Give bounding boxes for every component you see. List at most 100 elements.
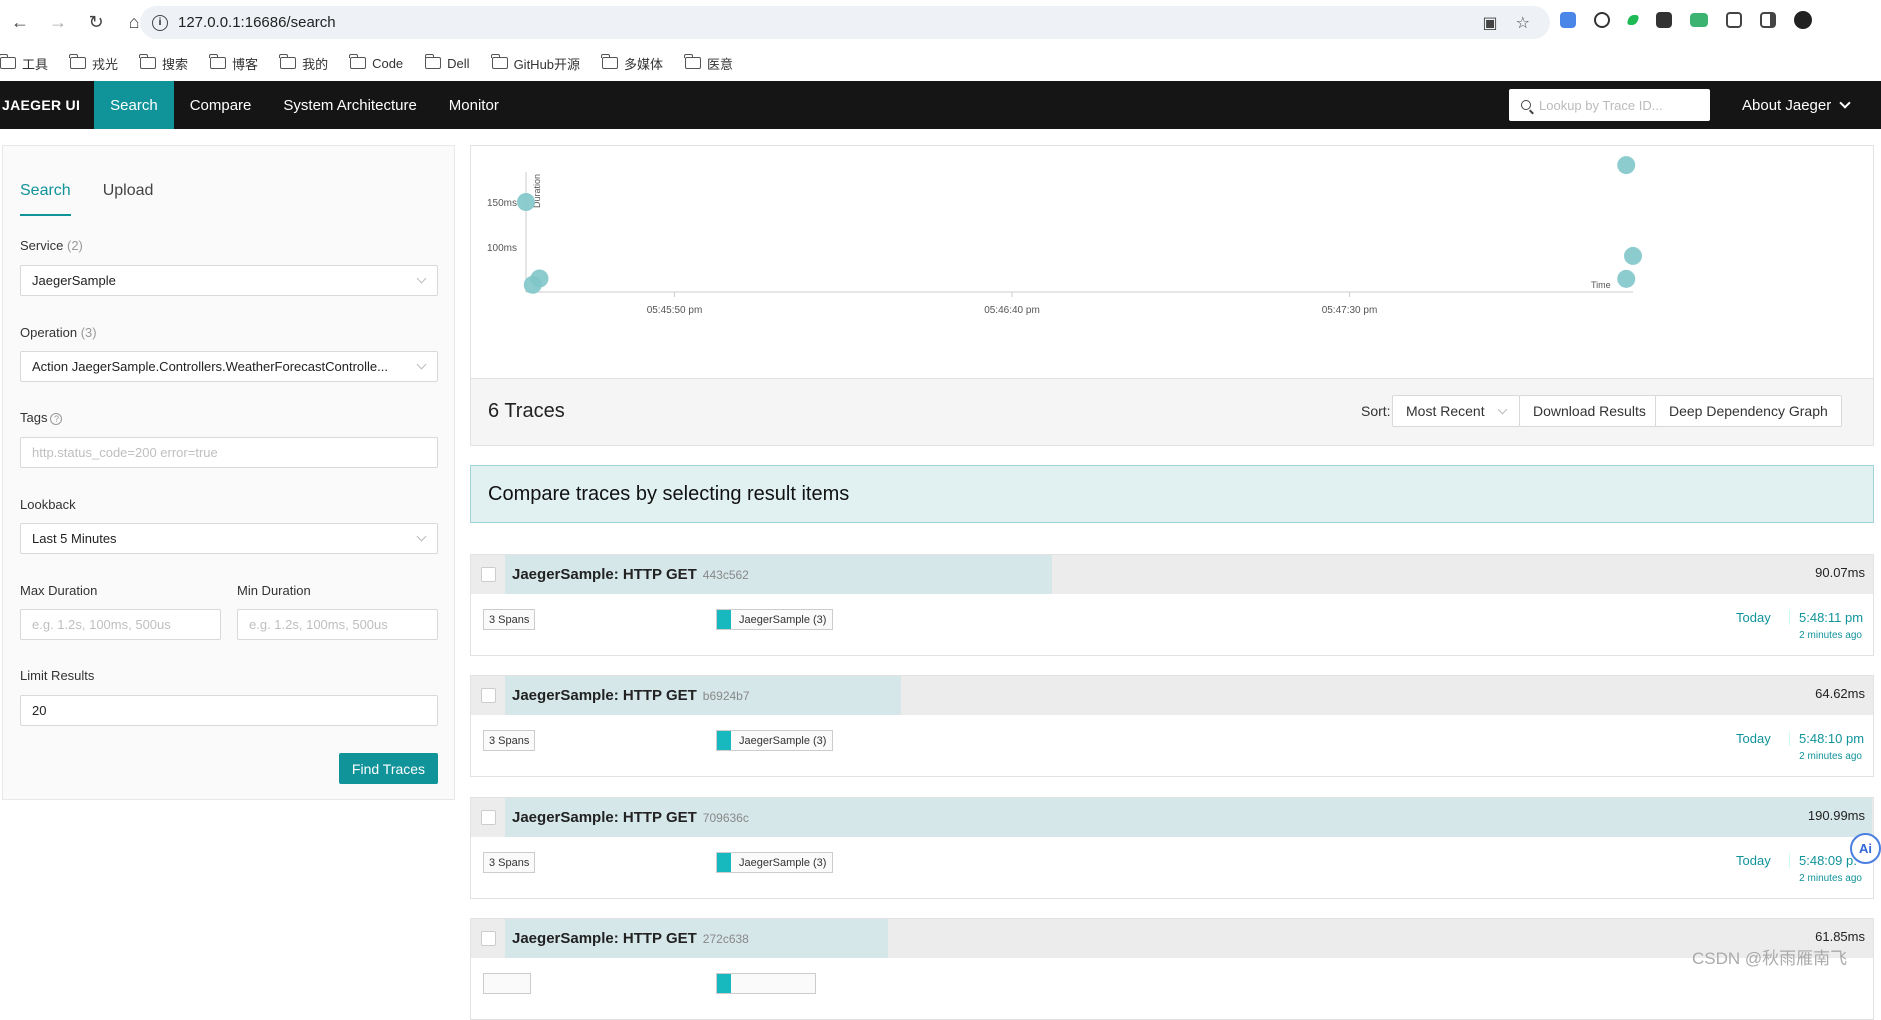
limit-results-input[interactable]: 20: [20, 695, 438, 726]
trace-select-checkbox[interactable]: [481, 931, 496, 946]
bookmark-folder[interactable]: 博客: [209, 54, 258, 73]
trace-result-item[interactable]: JaegerSample: HTTP GET 272c638 61.85ms: [470, 918, 1874, 1020]
sort-select[interactable]: Most Recent: [1392, 395, 1520, 427]
bookmark-folder[interactable]: 戎光: [69, 54, 118, 73]
bookmark-folder[interactable]: 医意: [684, 54, 734, 73]
trace-title[interactable]: JaegerSample: HTTP GET 272c638: [512, 930, 749, 947]
scatter-plot: DurationTime150ms100ms05:45:50 pm 05:46:4…: [487, 156, 1642, 316]
bookmark-folder[interactable]: 搜索: [139, 54, 188, 73]
translate-icon[interactable]: ▣: [1483, 13, 1498, 33]
bookmark-star-icon[interactable]: ☆: [1516, 13, 1530, 33]
x-tick-label: 05:45:50 pm: [647, 305, 703, 316]
trace-start-time: 5:48:09 p.: [1789, 853, 1857, 868]
site-info-icon[interactable]: i: [152, 14, 168, 31]
trace-duration: 64.62ms: [1815, 686, 1865, 701]
nav-compare[interactable]: Compare: [174, 81, 268, 129]
trace-point: [1617, 156, 1636, 175]
brand-logo[interactable]: JAEGER UI: [0, 97, 94, 113]
bookmark-label: Dell: [447, 55, 470, 71]
trace-select-checkbox[interactable]: [481, 567, 496, 582]
chevron-down-icon: [416, 273, 427, 284]
folder-icon: [139, 54, 157, 69]
url-text: 127.0.0.1:16686/search: [178, 14, 336, 31]
nav-search[interactable]: Search: [94, 81, 174, 129]
min-duration-input[interactable]: e.g. 1.2s, 100ms, 500us: [237, 609, 438, 640]
deep-dependency-graph-button[interactable]: Deep Dependency Graph: [1655, 395, 1842, 427]
trace-select-checkbox[interactable]: [481, 810, 496, 825]
bookmark-folder[interactable]: 我的: [279, 54, 328, 73]
folder-icon: [349, 54, 367, 69]
trace-result-item[interactable]: JaegerSample: HTTP GET 709636c 190.99ms 3 S…: [470, 797, 1874, 899]
span-count-badge: [483, 973, 531, 994]
trace-header[interactable]: JaegerSample: HTTP GET 272c638 61.85ms: [471, 919, 1873, 958]
span-count-badge: 3 Spans: [483, 609, 536, 630]
trace-relative-time: 2 minutes ago: [1799, 873, 1862, 884]
bookmark-label: 工具: [22, 56, 49, 72]
folder-icon: [490, 54, 508, 69]
nav-system-architecture[interactable]: System Architecture: [267, 81, 432, 129]
sidepanel-icon[interactable]: [1760, 12, 1776, 28]
translate-extension-icon[interactable]: [1560, 12, 1576, 28]
trace-result-item[interactable]: JaegerSample: HTTP GET b6924b7 64.62ms 3 Sp…: [470, 675, 1874, 777]
bookmark-folder[interactable]: Code: [349, 54, 403, 71]
bookmark-label: 医意: [707, 56, 734, 72]
code-extension-icon[interactable]: [1690, 13, 1708, 27]
tab-upload[interactable]: Upload: [103, 182, 154, 216]
service-value: JaegerSample: [32, 273, 116, 288]
about-jaeger-menu[interactable]: About Jaeger: [1742, 81, 1851, 129]
download-results-button[interactable]: Download Results: [1519, 395, 1660, 427]
tags-label: Tags?: [20, 410, 63, 425]
trace-title[interactable]: JaegerSample: HTTP GET 709636c: [512, 809, 749, 826]
reload-icon[interactable]: ↻: [78, 5, 114, 41]
operation-select[interactable]: Action JaegerSample.Controllers.WeatherF…: [20, 351, 438, 382]
trace-title[interactable]: JaegerSample: HTTP GET b6924b7: [512, 687, 750, 704]
lookback-select[interactable]: Last 5 Minutes: [20, 523, 438, 554]
reader-extension-icon[interactable]: [1656, 12, 1672, 28]
tab-search[interactable]: Search: [20, 182, 71, 216]
bookmark-folder[interactable]: Dell: [424, 54, 470, 71]
trace-id-lookup-input[interactable]: Lookup by Trace ID...: [1509, 89, 1710, 121]
find-traces-button[interactable]: Find Traces: [339, 753, 438, 784]
help-icon[interactable]: ?: [50, 413, 63, 425]
bookmark-label: GitHub开源: [513, 56, 581, 72]
trace-title[interactable]: JaegerSample: HTTP GET 443c562: [512, 566, 749, 583]
bookmarks-bar: 工具 戎光 搜索 博客 我的 Code Dell GitHub开源 多媒体 医意: [0, 45, 1881, 81]
puzzle-extensions-icon[interactable]: [1726, 12, 1742, 28]
trace-select-checkbox[interactable]: [481, 688, 496, 703]
service-tag: [716, 973, 816, 994]
tags-input[interactable]: http.status_code=200 error=true: [20, 437, 438, 468]
max-duration-input[interactable]: e.g. 1.2s, 100ms, 500us: [20, 609, 221, 640]
folder-icon: [69, 54, 87, 69]
profile-avatar-icon[interactable]: [1794, 11, 1812, 29]
trace-name: JaegerSample: HTTP GET: [512, 930, 697, 947]
trace-result-item[interactable]: JaegerSample: HTTP GET 443c562 90.07ms 3 Sp…: [470, 554, 1874, 656]
ai-assistant-icon[interactable]: Ai: [1850, 833, 1881, 864]
trace-id: b6924b7: [702, 689, 750, 703]
forward-icon[interactable]: →: [40, 5, 76, 41]
trace-header[interactable]: JaegerSample: HTTP GET 709636c 190.99ms: [471, 798, 1873, 837]
bookmark-folder[interactable]: 工具: [0, 54, 48, 73]
service-tag-label: JaegerSample (3): [739, 613, 827, 626]
service-tag: JaegerSample (3): [716, 730, 834, 751]
service-select[interactable]: JaegerSample: [20, 265, 438, 296]
back-icon[interactable]: ←: [2, 5, 38, 41]
folder-icon: [209, 54, 227, 69]
y-tick-label: 100ms: [487, 243, 517, 254]
folder-icon: [424, 54, 442, 69]
trace-header[interactable]: JaegerSample: HTTP GET b6924b7 64.62ms: [471, 676, 1873, 715]
address-bar[interactable]: i 127.0.0.1:16686/search ▣ ☆: [140, 6, 1550, 39]
nav-monitor[interactable]: Monitor: [433, 81, 515, 129]
lookback-label: Lookback: [20, 497, 76, 512]
trace-day: Today: [1736, 731, 1771, 746]
browser-toolbar: ← → ↻ ⌂ i 127.0.0.1:16686/search ▣ ☆: [0, 0, 1881, 45]
bookmark-folder[interactable]: 多媒体: [601, 54, 663, 73]
bookmark-folder[interactable]: GitHub开源: [490, 54, 581, 73]
trace-point: [523, 275, 542, 294]
lookup-placeholder: Lookup by Trace ID...: [1539, 97, 1663, 113]
trace-header[interactable]: JaegerSample: HTTP GET 443c562 90.07ms: [471, 555, 1873, 594]
grammar-extension-icon[interactable]: [1594, 12, 1610, 28]
min-duration-placeholder: e.g. 1.2s, 100ms, 500us: [249, 617, 388, 632]
max-duration-placeholder: e.g. 1.2s, 100ms, 500us: [32, 617, 171, 632]
trace-name: JaegerSample: HTTP GET: [512, 809, 697, 826]
green-extension-icon[interactable]: [1626, 15, 1640, 25]
